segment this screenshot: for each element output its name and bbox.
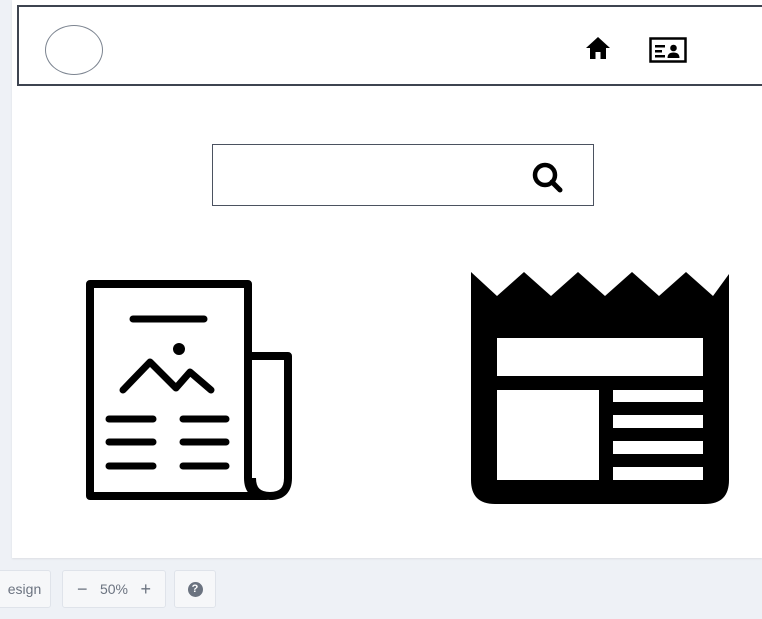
bottom-toolbar: esign − 50% + ?: [0, 570, 300, 608]
zoom-in-button[interactable]: +: [140, 579, 151, 600]
left-panel-edge: [0, 0, 12, 558]
contact-card-icon[interactable]: [649, 37, 687, 63]
home-icon[interactable]: [584, 34, 612, 62]
search-bar: [212, 144, 594, 206]
logo-placeholder[interactable]: [45, 25, 103, 75]
design-button-label: esign: [7, 581, 42, 597]
newspaper-outline-icon[interactable]: [80, 280, 294, 502]
design-button[interactable]: esign: [0, 570, 51, 608]
newspaper-solid-icon[interactable]: [469, 270, 731, 506]
page-header: [17, 5, 762, 86]
search-input[interactable]: [217, 149, 521, 201]
zoom-out-button[interactable]: −: [77, 579, 88, 600]
help-button[interactable]: ?: [174, 570, 216, 608]
zoom-level: 50%: [99, 581, 129, 597]
zoom-control: − 50% +: [62, 570, 166, 608]
help-icon: ?: [187, 581, 203, 597]
search-icon[interactable]: [529, 161, 569, 195]
